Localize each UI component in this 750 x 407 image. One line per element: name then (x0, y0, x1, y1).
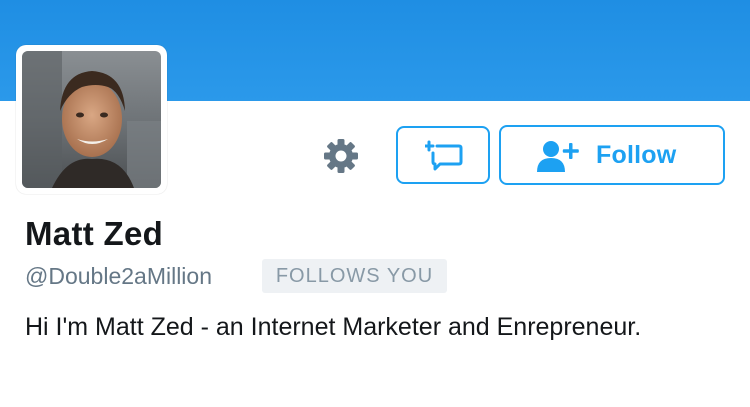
avatar-frame (16, 45, 167, 194)
direct-message-button[interactable] (396, 126, 490, 184)
profile-display-name: Matt Zed (25, 215, 164, 252)
add-user-icon (537, 141, 579, 172)
follow-button[interactable]: Follow (499, 125, 725, 185)
profile-handle[interactable]: @Double2aMillion (25, 262, 212, 290)
follow-label: Follow (596, 141, 677, 169)
follows-you-badge: FOLLOWS YOU (262, 259, 447, 293)
gear-icon[interactable] (321, 136, 361, 176)
profile-bio: Hi I'm Matt Zed - an Internet Marketer a… (25, 313, 642, 341)
profile-header: Follow Matt Zed @Double2aMillion FOLLOWS… (0, 0, 750, 407)
direct-message-icon (425, 140, 463, 171)
avatar[interactable] (22, 51, 161, 188)
